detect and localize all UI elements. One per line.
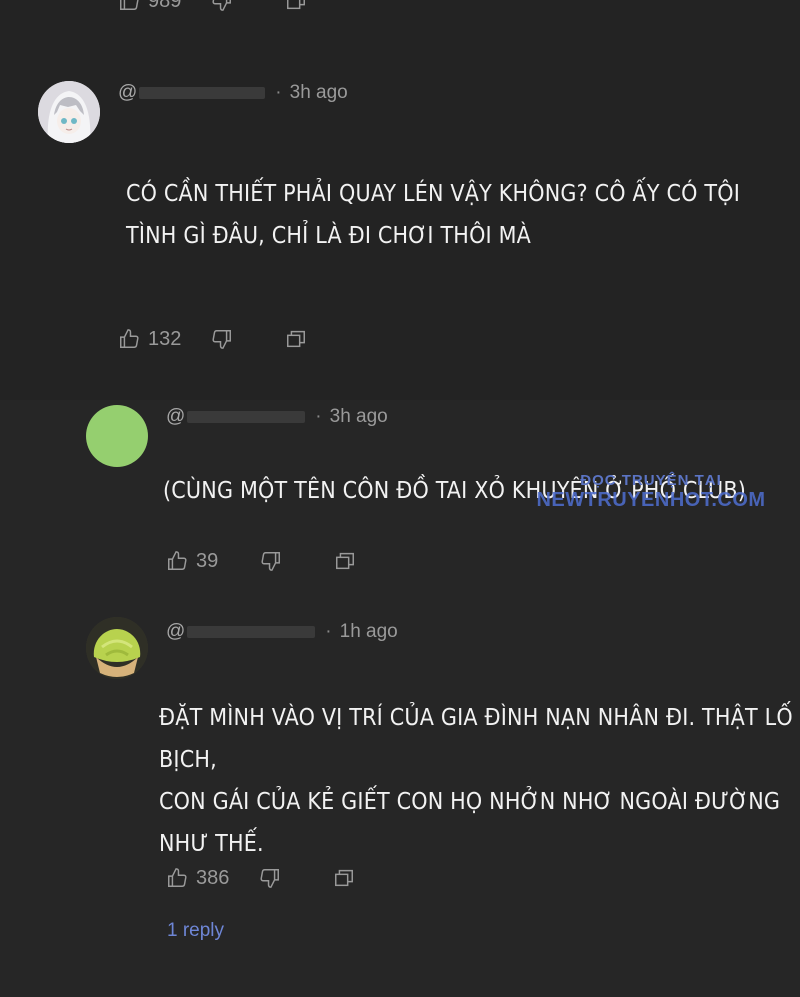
like-count: 39 (196, 549, 219, 572)
thumbs-up-icon (120, 0, 139, 10)
anime-girl-avatar-icon (38, 81, 100, 143)
username[interactable]: @ (166, 621, 185, 643)
dislike-button[interactable] (211, 328, 233, 350)
username[interactable]: @ (118, 82, 137, 104)
share-icon (287, 330, 306, 348)
timestamp[interactable]: 3h ago (330, 406, 388, 428)
timestamp[interactable]: 1h ago (340, 621, 398, 643)
like-button[interactable]: 39 (166, 550, 218, 573)
action-row: 386 (166, 865, 355, 891)
comment-line: CON GÁI CỦA KẺ GIẾT CON HỌ NHỞN NHƠ NGOÀ… (159, 789, 781, 857)
comment-text: CÓ CẦN THIẾT PHẢI QUAY LÉN VẬY KHÔNG? CÔ… (126, 173, 740, 257)
dislike-button[interactable] (260, 550, 282, 572)
timestamp[interactable]: 3h ago (290, 82, 348, 104)
cupcake-avatar-icon (86, 617, 148, 679)
site-watermark: ĐỌC TRUYỆN TẠI NEWTRUYENHOT.COM (516, 472, 786, 512)
like-count: 989 (148, 0, 182, 12)
thumbs-down-icon (261, 552, 281, 571)
thumbs-down-icon (212, 330, 232, 349)
share-button[interactable] (334, 550, 356, 572)
avatar[interactable] (38, 81, 100, 143)
avatar[interactable] (86, 405, 148, 467)
partial-action-row: 989 (118, 0, 307, 14)
thumbs-up-icon (120, 329, 139, 348)
thumbs-down-icon (260, 869, 280, 888)
like-button[interactable]: 132 (118, 328, 181, 351)
redacted-username (187, 411, 306, 423)
view-replies-link[interactable]: 1 reply (167, 920, 224, 942)
comment-line: TÌNH GÌ ĐÂU, CHỈ LÀ ĐI CHƠI THÔI MÀ (126, 223, 532, 249)
avatar[interactable] (86, 617, 148, 679)
dislike-button[interactable] (211, 0, 233, 12)
comment-header: @ · 3h ago (118, 82, 348, 104)
share-button[interactable] (285, 328, 307, 350)
share-icon (336, 552, 355, 570)
share-button[interactable] (285, 0, 307, 12)
share-button[interactable] (333, 867, 355, 889)
separator-dot: · (325, 621, 332, 642)
share-icon (287, 0, 306, 10)
watermark-line1: ĐỌC TRUYỆN TẠI (580, 472, 722, 489)
like-count: 386 (196, 866, 230, 889)
action-row: 39 (166, 548, 356, 574)
comment-text: ĐẶT MÌNH VÀO VỊ TRÍ CỦA GIA ĐÌNH NẠN NHÂ… (159, 697, 800, 865)
redacted-username (139, 87, 266, 99)
comment-line: ĐẶT MÌNH VÀO VỊ TRÍ CỦA GIA ĐÌNH NẠN NHÂ… (159, 705, 793, 773)
username[interactable]: @ (166, 406, 185, 428)
share-icon (335, 869, 354, 887)
redacted-username (187, 626, 316, 638)
dislike-button[interactable] (259, 867, 281, 889)
thumbs-up-icon (168, 868, 187, 887)
thumbs-down-icon (212, 0, 232, 11)
watermark-line2: NEWTRUYENHOT.COM (536, 489, 766, 511)
like-count: 132 (148, 327, 182, 350)
like-button[interactable]: 989 (118, 0, 181, 13)
like-button[interactable]: 386 (166, 867, 229, 890)
comment-header: @ · 3h ago (166, 406, 388, 428)
comment-line: CÓ CẦN THIẾT PHẢI QUAY LÉN VẬY KHÔNG? CÔ… (126, 181, 741, 207)
thumbs-up-icon (168, 551, 187, 570)
separator-dot: · (315, 406, 322, 427)
comment-header: @ · 1h ago (166, 621, 398, 643)
separator-dot: · (275, 82, 282, 103)
action-row: 132 (118, 326, 307, 352)
